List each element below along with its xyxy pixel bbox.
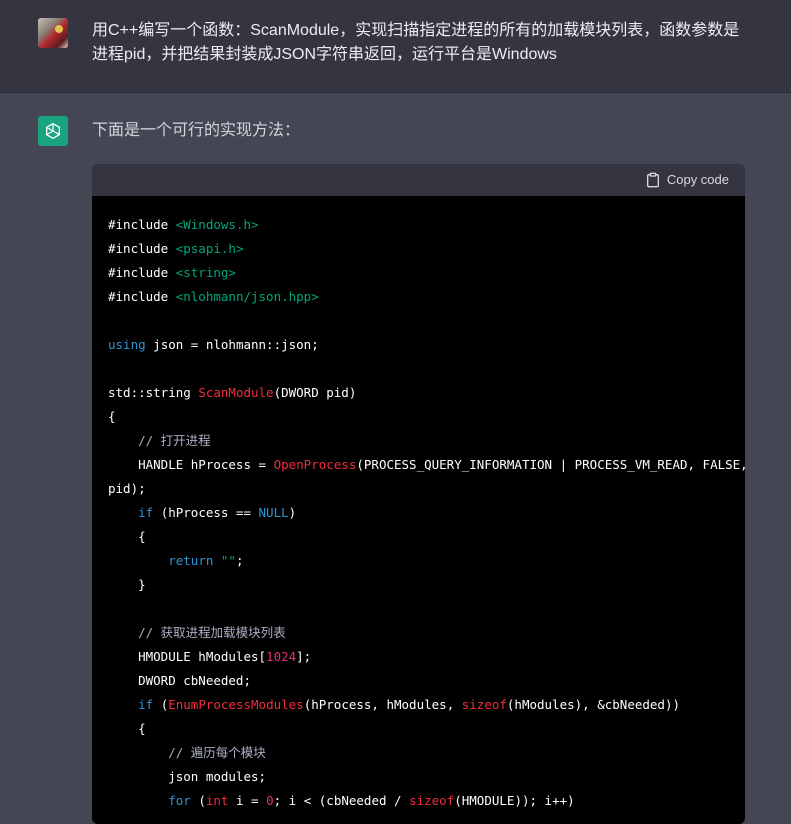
code-content: #include <Windows.h> #include <psapi.h> #i…: [92, 196, 745, 813]
code-block: Copy code #include <Windows.h> #include <…: [92, 164, 745, 824]
copy-code-label: Copy code: [666, 172, 729, 187]
code-line: {: [108, 529, 146, 544]
avatar-detail: [55, 25, 63, 33]
code-line: {: [108, 721, 146, 736]
clipboard-icon: [646, 172, 659, 188]
code-line: DWORD cbNeeded;: [108, 673, 251, 688]
assistant-intro-text: 下面是一个可行的实现方法：: [92, 122, 301, 139]
code-line: HANDLE hProcess = OpenProcess(PROCESS_QU…: [108, 457, 745, 472]
user-message-text: 用C++编写一个函数：ScanModule，实现扫描指定进程的所有的加载模块列表…: [92, 22, 740, 63]
code-line: std::string ScanModule(DWORD pid): [108, 385, 357, 400]
copy-code-button[interactable]: Copy code: [645, 171, 729, 189]
user-message-row: 用C++编写一个函数：ScanModule，实现扫描指定进程的所有的加载模块列表…: [0, 0, 791, 93]
code-line: // 打开进程: [108, 433, 211, 448]
code-block-header: Copy code: [92, 164, 745, 196]
code-line: // 获取进程加载模块列表: [108, 625, 286, 640]
assistant-message-row: 下面是一个可行的实现方法： Copy code #include <Window…: [0, 93, 791, 824]
code-line: if (hProcess == NULL): [138, 505, 297, 520]
chatgpt-logo-icon: [38, 116, 68, 146]
code-line: #include <nlohmann/json.hpp>: [108, 289, 319, 304]
user-avatar: [38, 18, 68, 48]
code-line: return "";: [168, 553, 244, 568]
code-line: json modules;: [108, 769, 267, 784]
code-line: }: [108, 577, 146, 592]
code-line: {: [108, 409, 116, 424]
code-line: using json = nlohmann::json;: [108, 337, 319, 352]
code-line: HMODULE hModules[1024];: [108, 649, 312, 664]
code-line: #include <string>: [108, 265, 236, 280]
code-line: pid);: [108, 481, 146, 496]
code-line: #include <psapi.h>: [108, 241, 244, 256]
code-line: // 遍历每个模块: [108, 745, 266, 760]
code-line: #include <Windows.h>: [108, 217, 259, 232]
code-line: if (EnumProcessModules(hProcess, hModule…: [138, 697, 680, 712]
code-line: for (int i = 0; i < (cbNeeded / sizeof(H…: [168, 793, 575, 808]
